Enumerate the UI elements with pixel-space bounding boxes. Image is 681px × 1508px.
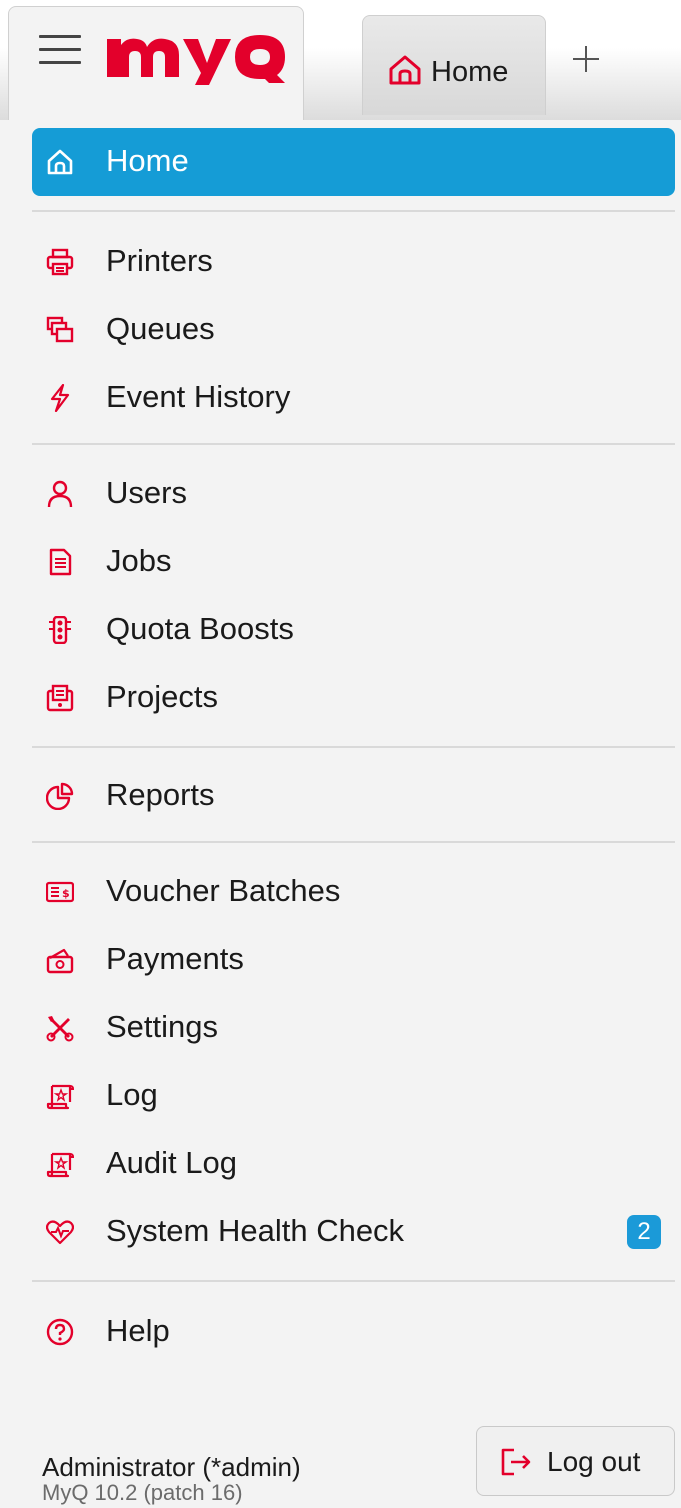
nav-item-settings[interactable]: Settings <box>32 994 675 1062</box>
myq-logo <box>107 35 285 85</box>
nav-item-jobs-label: Jobs <box>106 543 172 578</box>
nav-item-voucher-batches-label: Voucher Batches <box>106 873 341 908</box>
traffic-light-icon <box>49 616 71 644</box>
pie-chart-icon <box>46 782 74 810</box>
nav-item-settings-label: Settings <box>106 1009 219 1044</box>
log-out-icon <box>501 1448 531 1476</box>
nav-item-log[interactable]: Log <box>32 1062 675 1130</box>
home-icon <box>389 55 421 85</box>
heart-pulse-icon <box>46 1220 74 1245</box>
nav-item-event-history[interactable]: Event History <box>32 364 675 432</box>
divider <box>32 1280 675 1282</box>
lightning-icon <box>50 384 70 412</box>
notification-badge: 2 <box>627 1215 661 1249</box>
nav-item-printers-label: Printers <box>106 243 213 278</box>
projects-icon <box>46 684 74 712</box>
version-text: MyQ 10.2 (patch 16) <box>42 1480 243 1505</box>
nav-item-audit-log[interactable]: Audit Log <box>32 1130 675 1198</box>
payments-icon <box>46 948 74 974</box>
nav-item-reports[interactable]: Reports <box>32 762 675 830</box>
printer-icon <box>46 248 74 276</box>
audit-log-scroll-icon <box>46 1152 74 1178</box>
nav-item-audit-log-label: Audit Log <box>106 1145 237 1180</box>
nav-item-system-health-check-label: System Health Check <box>106 1213 405 1248</box>
queues-icon <box>46 316 74 343</box>
current-user: Administrator (*admin) <box>42 1452 301 1482</box>
nav-item-projects[interactable]: Projects <box>32 664 675 732</box>
nav-item-help[interactable]: Help <box>32 1298 675 1366</box>
nav-item-quota-boosts-label: Quota Boosts <box>106 611 294 646</box>
menu-tab <box>8 6 304 120</box>
nav-item-home-label: Home <box>106 143 189 178</box>
svg-text:$: $ <box>62 887 70 900</box>
nav-item-users-label: Users <box>106 475 187 510</box>
log-scroll-icon <box>46 1084 74 1110</box>
divider <box>32 210 675 212</box>
user-icon <box>47 480 73 508</box>
nav-item-event-history-label: Event History <box>106 379 291 414</box>
divider <box>32 443 675 445</box>
nav-item-system-health-check[interactable]: System Health Check 2 <box>32 1198 675 1266</box>
nav-item-help-label: Help <box>106 1313 170 1348</box>
tools-icon <box>46 1016 74 1042</box>
nav-item-payments[interactable]: Payments <box>32 926 675 994</box>
voucher-icon: $ <box>46 881 74 903</box>
nav-item-users[interactable]: Users <box>32 460 675 528</box>
nav-item-queues[interactable]: Queues <box>32 296 675 364</box>
plus-icon[interactable] <box>568 42 604 78</box>
hamburger-menu-icon[interactable] <box>39 35 81 65</box>
divider <box>32 746 675 748</box>
help-icon <box>46 1318 74 1346</box>
nav-item-projects-label: Projects <box>106 679 218 714</box>
page: Home Home Printers Queues Event History … <box>0 0 681 1508</box>
log-out-label: Log out <box>547 1446 641 1477</box>
nav-item-home[interactable]: Home <box>32 128 675 196</box>
nav-item-quota-boosts[interactable]: Quota Boosts <box>32 596 675 664</box>
nav-item-jobs[interactable]: Jobs <box>32 528 675 596</box>
home-icon <box>47 149 73 175</box>
log-out-button[interactable]: Log out <box>476 1426 675 1496</box>
nav-item-reports-label: Reports <box>106 777 215 812</box>
tab-home-label: Home <box>431 56 509 88</box>
top-bar: Home <box>0 0 681 120</box>
nav-item-voucher-batches[interactable]: $ Voucher Batches <box>32 858 675 926</box>
document-icon <box>49 548 72 576</box>
nav-item-log-label: Log <box>106 1077 158 1112</box>
tab-home[interactable]: Home <box>362 15 546 115</box>
divider <box>32 841 675 843</box>
nav-item-printers[interactable]: Printers <box>32 228 675 296</box>
nav-item-queues-label: Queues <box>106 311 215 346</box>
nav-item-payments-label: Payments <box>106 941 244 976</box>
